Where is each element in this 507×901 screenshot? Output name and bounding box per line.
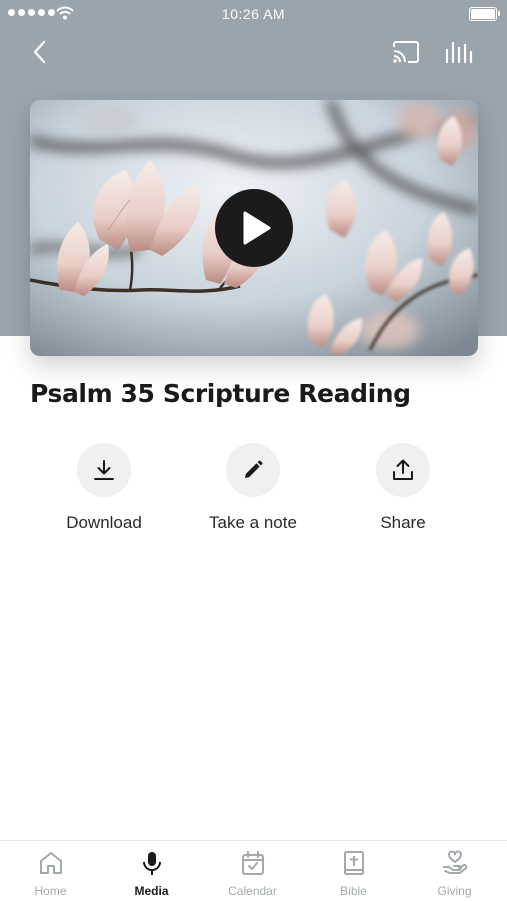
audio-levels-icon — [445, 41, 473, 64]
tab-giving[interactable]: Giving — [404, 841, 505, 901]
download-label: Download — [66, 513, 142, 532]
tab-calendar-label: Calendar — [228, 884, 277, 898]
tab-bible-label: Bible — [340, 884, 367, 898]
bible-icon — [344, 851, 364, 875]
home-icon — [40, 852, 62, 874]
tab-home[interactable]: Home — [0, 841, 101, 901]
battery-icon — [469, 7, 500, 21]
tab-giving-label: Giving — [437, 884, 472, 898]
share-button[interactable]: Share — [328, 443, 478, 533]
status-bar: 10:26 AM — [0, 0, 507, 28]
tab-media[interactable]: Media — [101, 841, 202, 901]
microphone-icon — [143, 852, 161, 875]
download-icon — [94, 460, 114, 480]
play-button[interactable] — [215, 189, 293, 267]
tab-home-label: Home — [34, 884, 67, 898]
media-actions: Download Take a note Share — [0, 443, 507, 543]
take-a-note-button-circle[interactable] — [226, 443, 280, 497]
download-button[interactable]: Download — [29, 443, 179, 533]
tab-bible[interactable]: Bible — [303, 841, 404, 901]
play-icon — [243, 211, 271, 245]
video-thumbnail[interactable] — [30, 100, 478, 356]
calendar-icon — [242, 851, 264, 875]
download-button-circle[interactable] — [77, 443, 131, 497]
cast-icon — [393, 41, 419, 63]
bottom-tab-bar: Home Media Calendar Bible Giving — [0, 840, 507, 901]
pencil-icon — [245, 460, 263, 478]
giving-hand-heart-icon — [443, 850, 468, 874]
cast-button[interactable] — [390, 38, 422, 66]
back-button[interactable] — [28, 38, 54, 66]
status-time: 10:26 AM — [221, 6, 286, 22]
share-button-circle[interactable] — [376, 443, 430, 497]
share-icon — [393, 459, 413, 480]
share-label: Share — [380, 513, 426, 532]
chevron-left-icon — [33, 40, 46, 64]
take-a-note-button[interactable]: Take a note — [178, 443, 328, 533]
media-title: Psalm 35 Scripture Reading — [30, 379, 411, 408]
tab-media-label: Media — [134, 884, 169, 898]
tab-calendar[interactable]: Calendar — [202, 841, 303, 901]
take-a-note-label: Take a note — [209, 513, 297, 532]
audio-levels-button[interactable] — [443, 38, 477, 66]
